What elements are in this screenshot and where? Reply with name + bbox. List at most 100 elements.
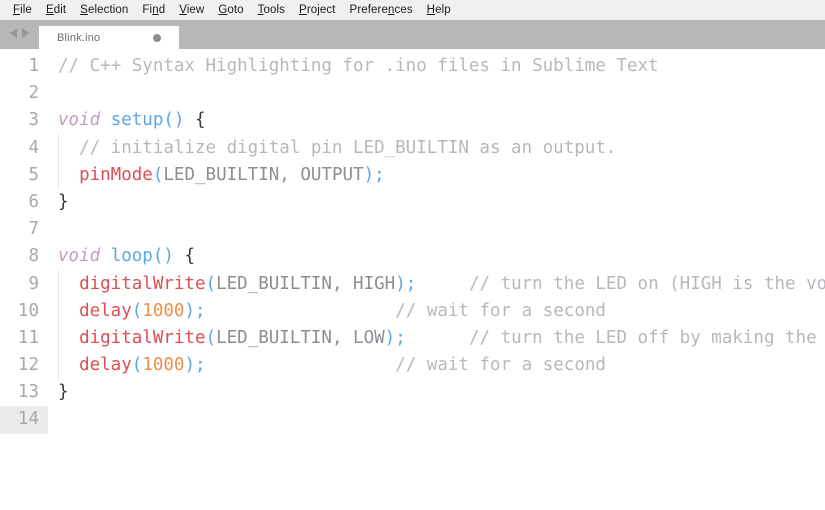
code-token: ;: [374, 164, 385, 185]
code-token: (: [205, 327, 217, 348]
code-line-content[interactable]: delay(1000); // wait for a second: [48, 296, 825, 327]
code-token: ): [395, 273, 406, 294]
code-line[interactable]: 6}: [0, 189, 825, 216]
menu-item-find[interactable]: Find: [135, 0, 172, 20]
code-token: }: [58, 382, 69, 403]
code-token: loop: [110, 246, 153, 267]
code-line-content[interactable]: delay(1000); // wait for a second: [48, 351, 825, 381]
line-number: 9: [28, 273, 39, 294]
code-token: ): [184, 355, 196, 376]
code-token: digitalWrite: [79, 273, 206, 294]
line-number: 7: [28, 219, 39, 240]
menu-item-selection[interactable]: Selection: [73, 0, 135, 20]
code-token: digitalWrite: [79, 327, 206, 348]
code-line-content[interactable]: digitalWrite(LED_BUILTIN, LOW); // turn …: [48, 323, 825, 354]
menu-bar: File Edit Selection Find View Goto Tools Projec…: [0, 0, 825, 20]
code-line[interactable]: 7: [0, 216, 825, 243]
tab-bar: Blink.ino: [0, 20, 825, 49]
code-token: ;: [395, 327, 406, 348]
line-number: 5: [28, 164, 39, 185]
menu-item-project[interactable]: Project: [292, 0, 343, 20]
code-token: // initialize digital pin LED_BUILTIN as…: [58, 137, 617, 158]
code-token: LED_BUILTIN, HIGH: [216, 273, 396, 294]
chevron-right-icon[interactable]: [22, 28, 29, 38]
code-line[interactable]: 3 void setup() {: [0, 107, 825, 134]
code-line-content[interactable]: // C++ Syntax Highlighting for .ino file…: [48, 53, 825, 80]
menu-item-help[interactable]: Help: [420, 0, 458, 20]
code-line[interactable]: 13}: [0, 379, 825, 406]
code-line[interactable]: 5 pinMode(LED_BUILTIN, OUTPUT);: [0, 160, 825, 191]
line-number: 12: [17, 355, 39, 376]
menu-item-goto[interactable]: Goto: [211, 0, 250, 20]
tab-navigation-arrows: [0, 22, 39, 51]
code-line-content[interactable]: void setup() {: [48, 107, 825, 134]
code-line-content[interactable]: pinMode(LED_BUILTIN, OUTPUT);: [48, 160, 825, 191]
code-token: ): [384, 327, 396, 348]
code-token: {: [195, 110, 206, 131]
code-line[interactable]: 10 delay(1000); // wait for a second: [0, 296, 825, 327]
menu-item-file[interactable]: File: [6, 0, 39, 20]
code-token: (): [152, 246, 174, 267]
code-line[interactable]: 1 // C++ Syntax Highlighting for .ino fil…: [0, 53, 825, 80]
code-token: ;: [405, 273, 417, 294]
line-number: 10: [17, 300, 39, 321]
line-number: 4: [28, 137, 39, 158]
code-token: ): [184, 300, 196, 321]
line-number: 8: [28, 246, 39, 267]
line-number: 14: [0, 406, 48, 434]
code-token: setup: [110, 110, 164, 131]
code-token: }: [58, 191, 69, 212]
line-number: 13: [17, 382, 39, 403]
code-token: // turn the LED on (HIGH is the voltage …: [468, 273, 825, 294]
code-editor[interactable]: 1 // C++ Syntax Highlighting for .ino fil…: [0, 49, 825, 510]
code-line-content[interactable]: }: [48, 189, 825, 216]
code-line[interactable]: 4 // initialize digital pin LED_BUILTIN …: [0, 133, 825, 163]
code-line[interactable]: 11 digitalWrite(LED_BUILTIN, LOW); // tu…: [0, 323, 825, 354]
code-line[interactable]: 12 delay(1000); // wait for a second: [0, 351, 825, 381]
code-line-content[interactable]: void loop() {: [48, 243, 825, 270]
code-token: (: [152, 164, 164, 185]
code-line[interactable]: 2: [0, 80, 825, 107]
line-number: 11: [17, 327, 39, 348]
tab-blink-ino[interactable]: Blink.ino: [39, 26, 179, 49]
tab-label: Blink.ino: [57, 31, 101, 44]
menu-item-edit[interactable]: Edit: [39, 0, 73, 20]
code-token: LED_BUILTIN, LOW: [216, 327, 385, 348]
code-token: void: [58, 110, 101, 131]
code-line[interactable]: 9 digitalWrite(LED_BUILTIN, HIGH); // tu…: [0, 269, 825, 299]
code-token: // C++ Syntax Highlighting for .ino file…: [58, 56, 659, 76]
code-line-content[interactable]: digitalWrite(LED_BUILTIN, HIGH); // turn…: [48, 269, 825, 299]
line-number: 2: [28, 83, 39, 104]
code-token: delay: [79, 355, 132, 376]
code-token: (: [205, 273, 217, 294]
code-line-content[interactable]: // initialize digital pin LED_BUILTIN as…: [48, 133, 825, 163]
menu-item-view[interactable]: View: [172, 0, 211, 20]
code-line[interactable]: 8 void loop() {: [0, 243, 825, 270]
code-line-content[interactable]: }: [48, 379, 825, 406]
code-token: 1000: [142, 355, 185, 376]
code-token: // turn the LED off by making the voltag…: [468, 327, 817, 348]
code-token: ;: [195, 355, 206, 376]
unsaved-dot-icon[interactable]: [153, 33, 161, 42]
code-token: 1000: [142, 300, 185, 321]
code-token: void: [58, 246, 101, 267]
code-token: delay: [79, 300, 132, 321]
menu-item-tools[interactable]: Tools: [251, 0, 292, 20]
code-token: {: [184, 246, 196, 267]
code-token: (: [131, 300, 143, 321]
code-line[interactable]: 14: [0, 406, 825, 434]
chevron-left-icon[interactable]: [10, 28, 17, 38]
code-token: ;: [195, 300, 206, 321]
code-token: LED_BUILTIN, OUTPUT: [163, 164, 364, 185]
code-token: // wait for a second: [395, 355, 606, 376]
code-token: (): [163, 110, 185, 131]
menu-item-preferences[interactable]: Preferences: [343, 0, 420, 20]
